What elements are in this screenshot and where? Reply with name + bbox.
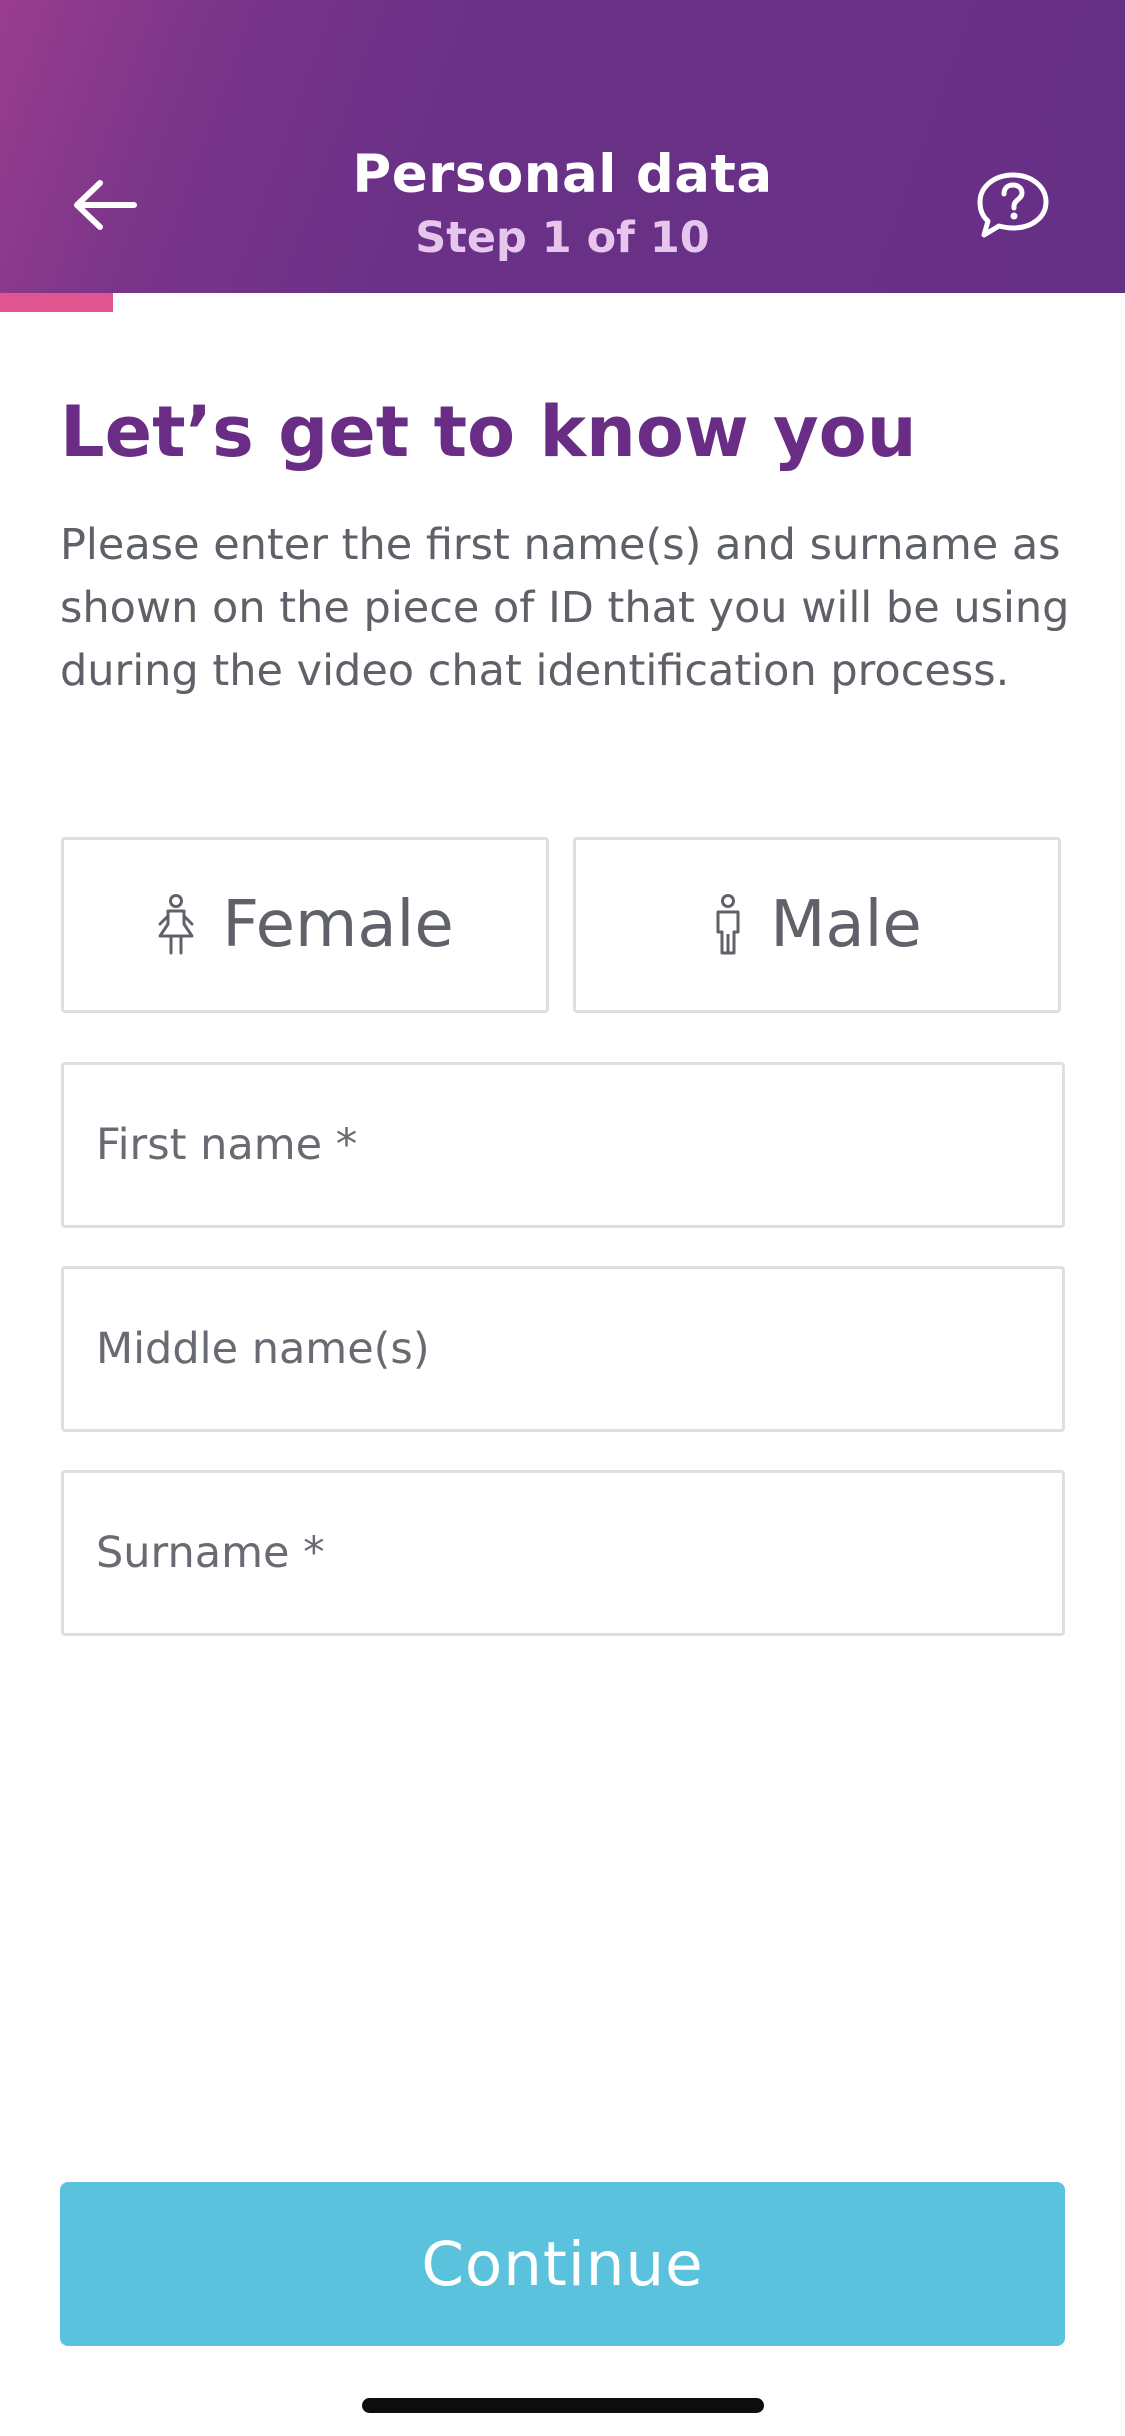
gender-label-male: Male	[770, 888, 922, 962]
male-figure-icon	[712, 894, 744, 956]
first-name-input[interactable]	[64, 1065, 1062, 1225]
female-figure-icon	[156, 894, 196, 956]
page-title: Personal data	[352, 144, 773, 205]
surname-input[interactable]	[64, 1473, 1062, 1633]
continue-button[interactable]: Continue	[60, 2182, 1065, 2346]
home-indicator	[362, 2398, 764, 2413]
surname-field[interactable]	[61, 1470, 1065, 1636]
progress-bar	[0, 293, 1125, 312]
gender-option-male[interactable]: Male	[573, 837, 1061, 1013]
headline: Let’s get to know you	[60, 391, 917, 473]
intro-text: Please enter the first name(s) and surna…	[60, 520, 1070, 696]
help-chat-bubble-icon	[977, 172, 1049, 238]
middle-name-field[interactable]	[61, 1266, 1065, 1432]
gender-option-female[interactable]: Female	[61, 837, 549, 1013]
personal-data-screen: Personal data Step 1 of 10 Let’s get to …	[0, 0, 1125, 2436]
header-bar: Personal data Step 1 of 10	[0, 0, 1125, 293]
gender-label-female: Female	[222, 888, 454, 962]
step-indicator: Step 1 of 10	[415, 213, 710, 263]
help-button[interactable]	[968, 165, 1058, 245]
progress-bar-fill	[0, 293, 113, 312]
first-name-field[interactable]	[61, 1062, 1065, 1228]
middle-name-input[interactable]	[64, 1269, 1062, 1429]
